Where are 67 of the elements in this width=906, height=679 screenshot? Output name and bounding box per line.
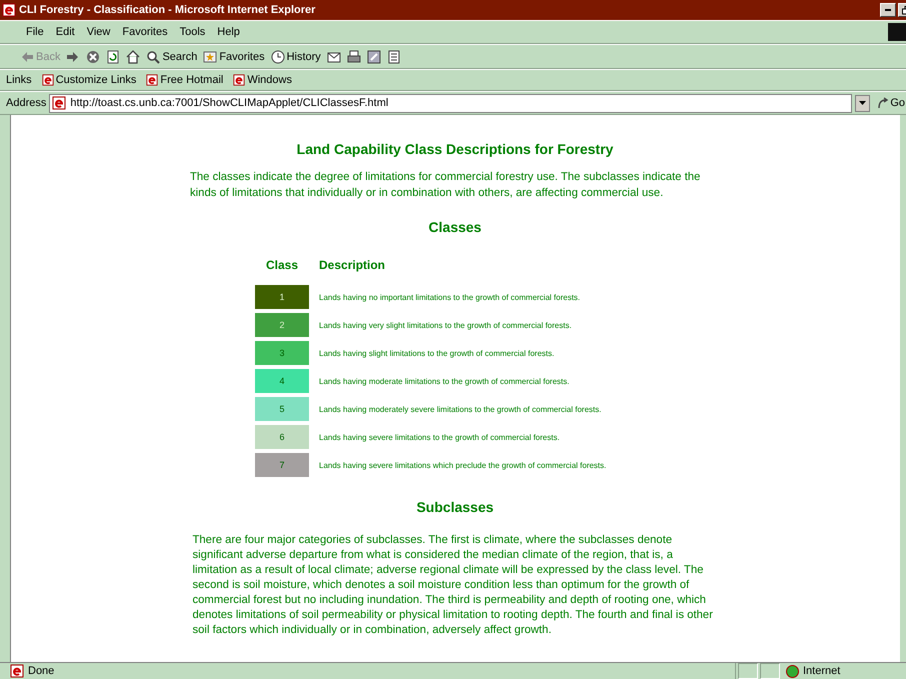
page-icon xyxy=(10,664,24,678)
menu-item[interactable]: Favorites xyxy=(116,26,174,38)
link-button[interactable]: Windows xyxy=(233,74,292,86)
document-icon[interactable] xyxy=(386,50,401,64)
go-button[interactable]: Go xyxy=(877,97,905,109)
links-label: Links xyxy=(6,74,32,86)
search-icon xyxy=(146,50,160,64)
column-header: Description xyxy=(319,258,386,272)
link-button[interactable]: Free Hotmail xyxy=(146,74,224,86)
menu-item[interactable]: View xyxy=(80,26,116,38)
windows-logo-icon xyxy=(888,23,906,41)
envelope-icon[interactable] xyxy=(326,50,341,64)
clock-icon xyxy=(270,50,285,64)
refresh-icon[interactable] xyxy=(106,50,120,64)
subclasses-paragraph: There are four major categories of subclasses. The first is climate, where the subclasses denote significant adverse departure from what is considered the median climate of the region, that is, a limitation as a result of local climate; adverse regional climate will be expressed by the class level. The second is soil moisture, which denotes a soil moisture condition less than optimum for the growth of commercial forest but no including inundation. The third is permeability and depth of rooting one, which denotes limitations of soil permeability or physical limitation to rooting depth. The fourth and final is other soil factors which individually or in combination, adversely affect growth. xyxy=(192,533,714,638)
menu-item[interactable]: Edit xyxy=(50,26,81,38)
class-description: Lands having severe limitations to the growth of commercial forests. xyxy=(319,432,560,442)
address-field[interactable]: http://toast.cs.unb.ca:7001/ShowCLIMapApplet/CLIClassesF.html xyxy=(49,94,852,112)
class-swatch: 3 xyxy=(255,341,309,365)
go-arrow-icon xyxy=(877,97,890,109)
status-pane xyxy=(760,663,780,679)
class-swatch: 6 xyxy=(255,425,309,449)
link-button[interactable]: Customize Links xyxy=(42,74,136,86)
section-heading: Subclasses xyxy=(416,499,494,515)
menu-item[interactable]: File xyxy=(20,26,50,38)
status-text: Done xyxy=(28,665,54,677)
caret-icon xyxy=(859,101,866,105)
class-description: Lands having moderately severe limitations to the growth of commercial forests. xyxy=(319,404,602,414)
star-icon xyxy=(203,50,218,64)
dropdown-button[interactable] xyxy=(855,94,870,112)
class-swatch: 5 xyxy=(255,397,309,421)
column-header: Class xyxy=(264,258,300,272)
class-swatch: 4 xyxy=(255,369,309,393)
class-description: Lands having slight limitations to the growth of commercial forests. xyxy=(319,348,554,358)
page-icon xyxy=(233,74,246,86)
class-description: Lands having no important limitations to the growth of commercial forests. xyxy=(319,292,580,302)
class-swatch: 7 xyxy=(255,453,309,477)
printer-icon[interactable] xyxy=(346,50,361,64)
app-icon xyxy=(2,3,16,17)
page-icon xyxy=(146,74,158,86)
zone-label: Internet xyxy=(803,665,840,677)
page-title: Land Capability Class Descriptions for Forestry xyxy=(296,141,614,157)
home-icon[interactable] xyxy=(126,50,140,64)
page-icon xyxy=(52,96,66,110)
status-pane xyxy=(738,663,758,679)
favorites-button[interactable]: Favorites xyxy=(203,50,265,64)
minimize-icon xyxy=(885,9,891,11)
intro-paragraph: The classes indicate the degree of limitations for commercial forestry use. The subclasses indicate the kinds of limitations that individually or in combination with others, are affecting commercial use. xyxy=(190,170,702,201)
menu-item[interactable]: Tools xyxy=(174,26,212,38)
address-label: Address xyxy=(6,97,46,109)
window-title: CLI Forestry - Classification - Microsoft Internet Explorer xyxy=(19,4,316,16)
page-icon xyxy=(42,74,54,86)
menu-item[interactable]: Help xyxy=(211,26,246,38)
globe-icon xyxy=(786,664,799,678)
stop-icon[interactable] xyxy=(86,50,100,64)
edit-icon[interactable] xyxy=(366,50,381,64)
class-swatch: 2 xyxy=(255,313,309,337)
class-description: Lands having very slight limitations to the growth of commercial forests. xyxy=(319,320,572,330)
back-arrow-icon xyxy=(20,50,34,64)
search-button[interactable]: Search xyxy=(146,50,198,64)
minimize-button[interactable] xyxy=(880,3,896,17)
class-description: Lands having severe limitations which preclude the growth of commercial forests. xyxy=(319,460,606,470)
history-button[interactable]: History xyxy=(270,50,321,64)
class-swatch: 1 xyxy=(255,285,309,309)
forward-arrow-icon[interactable] xyxy=(66,50,80,64)
class-description: Lands having moderate limitations to the growth of commercial forests. xyxy=(319,376,570,386)
section-heading: Classes xyxy=(428,219,482,235)
